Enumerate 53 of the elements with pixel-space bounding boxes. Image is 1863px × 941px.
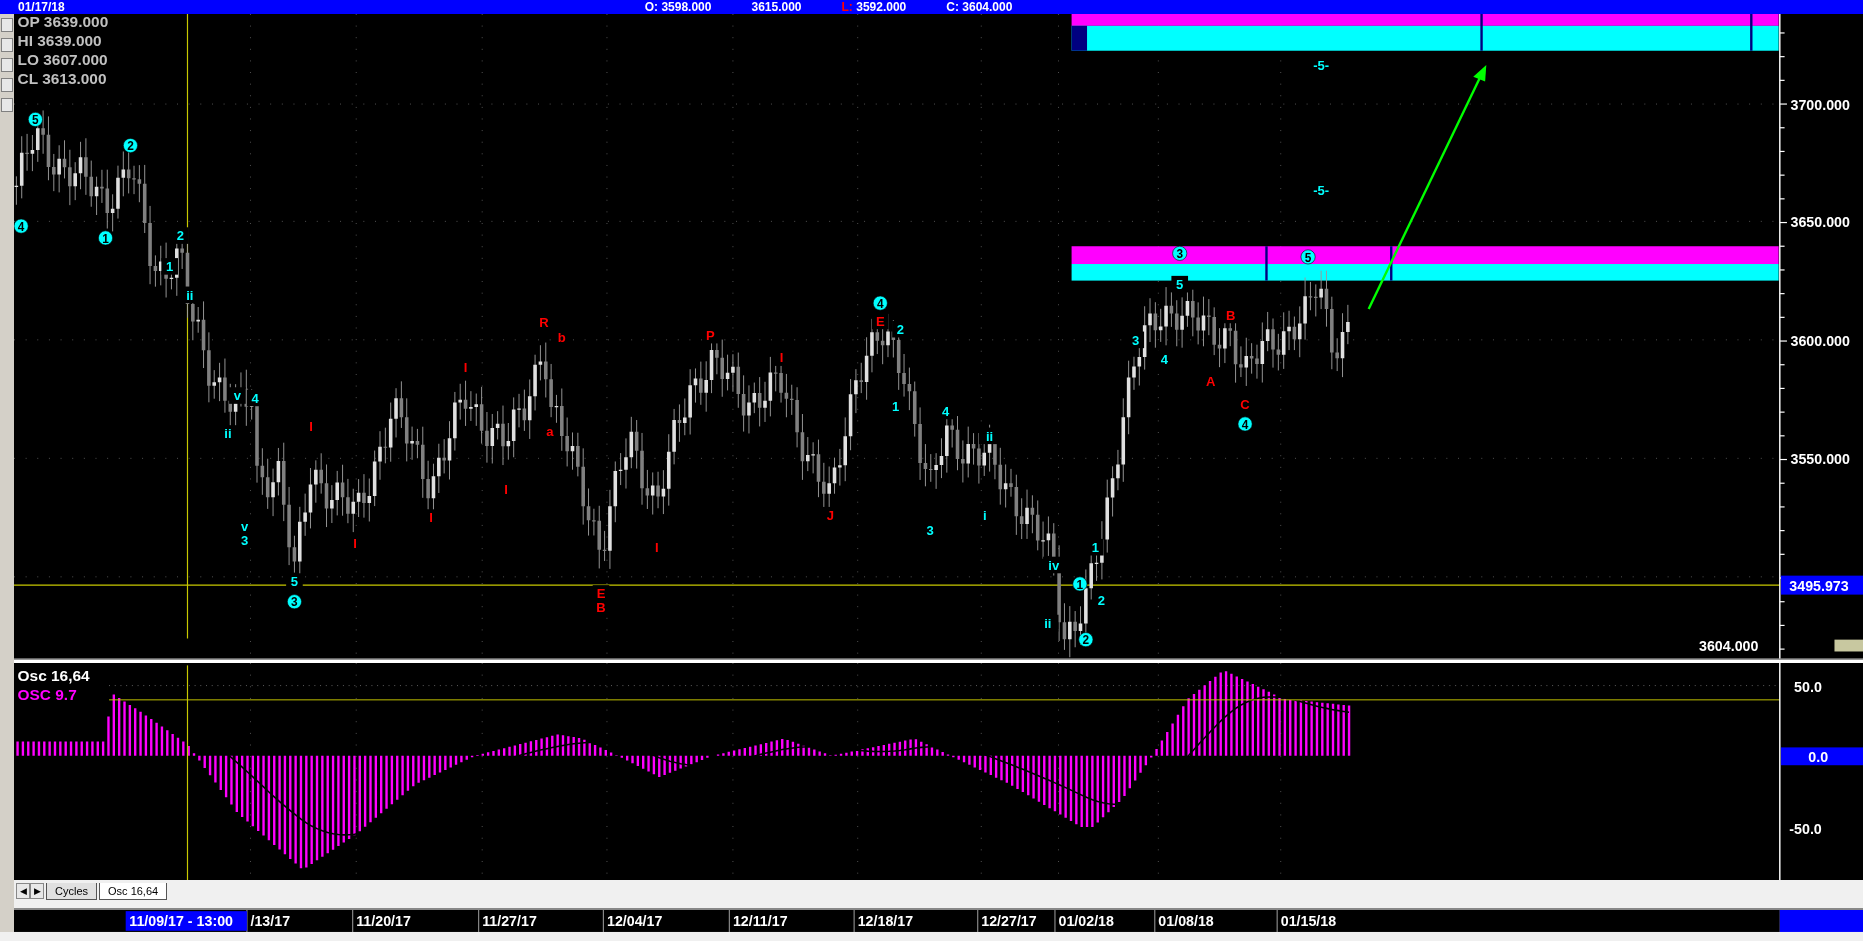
oscillator-reading: OSC 9.7: [17, 685, 77, 703]
wave-label: 3: [287, 594, 302, 610]
date-axis-label: /13/17: [250, 913, 291, 930]
oscillator-axis-label: -50.0: [1789, 820, 1822, 837]
wave-label: 1: [1072, 576, 1088, 592]
toolbar-button[interactable]: [1, 58, 13, 72]
wave-label: v: [229, 387, 246, 404]
panel-tab[interactable]: Cycles: [46, 882, 97, 900]
ohlc-readout: HI 3639.000: [17, 32, 102, 49]
price-readout: C: 3604.000: [946, 0, 1013, 14]
wave-label: 2: [123, 138, 138, 154]
oscillator-name: Osc 16,64: [17, 666, 90, 684]
price-axis-label: 3550.000: [1790, 451, 1850, 468]
price-axis-label: 3700.000: [1790, 97, 1850, 113]
wave-label: 4: [14, 218, 29, 234]
chart-date: 01/17/18: [18, 0, 65, 14]
ohlc-readout: CL 3613.000: [17, 69, 107, 87]
date-axis-label: 12/18/17: [857, 913, 914, 930]
wave-label: -5-: [1308, 182, 1335, 199]
wave-label: 1: [98, 230, 113, 246]
wave-label: 5: [27, 112, 43, 128]
ohlc-readout: OP 3639.000: [17, 14, 109, 31]
wave-label: 1: [161, 258, 178, 275]
oscillator-axis-label: 50.0: [1794, 678, 1822, 695]
toolbar-button[interactable]: [1, 38, 13, 52]
wave-label: A: [1202, 373, 1219, 390]
price-readout: 3615.000: [751, 0, 802, 14]
date-axis-label: 11/27/17: [482, 913, 537, 930]
wave-label: 3: [1172, 245, 1188, 262]
toolbar-button[interactable]: [1, 18, 13, 32]
price-readout: L: 3592.000: [841, 0, 907, 14]
date-axis-label: 01/15/18: [1280, 913, 1337, 930]
wave-label: 2: [1078, 632, 1094, 648]
price-axis-label: 3650.000: [1790, 214, 1850, 231]
wave-label: 4: [872, 295, 888, 311]
toolbar-button[interactable]: [1, 98, 13, 112]
cursor-date-label: 11/09/17 - 13:00: [125, 911, 247, 931]
date-axis-label: 01/08/18: [1158, 913, 1214, 930]
wave-label: 4: [1237, 416, 1253, 432]
panel-tab[interactable]: Osc 16,64: [99, 882, 168, 900]
date-axis-label: 11/20/17: [356, 913, 411, 930]
wave-label: 5: [1300, 249, 1316, 265]
date-axis-label: 01/02/18: [1058, 913, 1114, 930]
scroll-button[interactable]: ▶: [30, 883, 44, 900]
ohlc-readout: LO 3607.000: [17, 50, 108, 68]
price-readout: O: 3598.000: [644, 0, 712, 14]
date-axis-label: 12/04/17: [606, 913, 663, 930]
price-axis-label: 3600.000: [1790, 332, 1850, 349]
toolbar-button[interactable]: [1, 78, 13, 92]
last-price-label: 3604.000: [1699, 638, 1759, 655]
date-axis-label: 12/27/17: [981, 913, 1037, 930]
scroll-button[interactable]: ◀: [16, 883, 30, 900]
date-axis-label: 12/11/17: [732, 913, 788, 930]
